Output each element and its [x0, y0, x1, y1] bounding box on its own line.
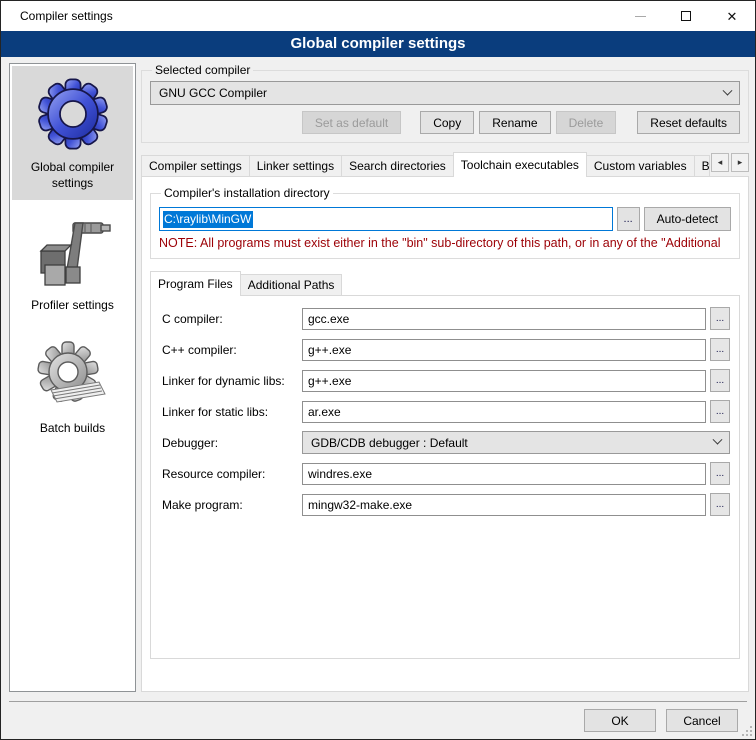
dynamic-linker-label: Linker for dynamic libs: — [162, 374, 302, 388]
installation-directory-group: Compiler's installation directory C:\ray… — [150, 186, 740, 259]
installation-directory-row: C:\raylib\MinGW ... Auto-detect — [159, 207, 731, 231]
tab-build-options[interactable]: Build options — [694, 155, 710, 176]
cpp-compiler-label: C++ compiler: — [162, 343, 302, 357]
window-title: Compiler settings — [1, 9, 113, 23]
cpp-compiler-browse-button[interactable]: ... — [710, 338, 730, 361]
title-bar: Compiler settings ✕ — [1, 1, 755, 31]
main-panel: Selected compiler GNU GCC Compiler Set a… — [141, 63, 749, 692]
static-linker-row: Linker for static libs: ... — [162, 400, 730, 423]
dynamic-linker-input[interactable] — [302, 370, 706, 392]
minimize-button — [617, 1, 663, 31]
make-program-input[interactable] — [302, 494, 706, 516]
tab-program-files[interactable]: Program Files — [150, 271, 241, 296]
cancel-button[interactable]: Cancel — [666, 709, 738, 732]
gray-gear-papers-icon — [33, 340, 113, 414]
copy-button[interactable]: Copy — [420, 111, 474, 134]
debugger-label: Debugger: — [162, 436, 302, 450]
make-program-row: Make program: ... — [162, 493, 730, 516]
installation-directory-value: C:\raylib\MinGW — [163, 211, 253, 228]
tab-toolchain-executables[interactable]: Toolchain executables — [453, 152, 587, 177]
set-as-default-button: Set as default — [302, 111, 401, 134]
static-linker-input[interactable] — [302, 401, 706, 423]
sidebar-item-global-compiler-settings[interactable]: Global compiler settings — [12, 66, 133, 200]
tab-scroll-arrows: ◂ ▸ — [711, 153, 749, 172]
tab-compiler-settings[interactable]: Compiler settings — [141, 155, 250, 176]
resource-compiler-row: Resource compiler: ... — [162, 462, 730, 485]
page-title: Global compiler settings — [1, 31, 755, 57]
tab-linker-settings[interactable]: Linker settings — [249, 155, 342, 176]
selected-compiler-legend: Selected compiler — [152, 63, 253, 77]
installation-directory-legend: Compiler's installation directory — [161, 186, 333, 200]
c-compiler-input[interactable] — [302, 308, 706, 330]
resize-grip-icon[interactable] — [742, 726, 752, 736]
sidebar-item-label: Batch builds — [40, 421, 105, 437]
tab-search-directories[interactable]: Search directories — [341, 155, 454, 176]
make-program-label: Make program: — [162, 498, 302, 512]
window-controls: ✕ — [617, 1, 755, 31]
sidebar-item-profiler-settings[interactable]: Profiler settings — [12, 208, 133, 323]
maximize-button[interactable] — [663, 1, 709, 31]
ok-button[interactable]: OK — [584, 709, 656, 732]
c-compiler-browse-button[interactable]: ... — [710, 307, 730, 330]
compiler-buttons: Set as default Copy Rename Delete Reset … — [150, 111, 740, 134]
note-text: NOTE: All programs must exist either in … — [159, 236, 731, 250]
chevron-down-icon — [713, 435, 723, 445]
resource-compiler-label: Resource compiler: — [162, 467, 302, 481]
reset-defaults-button[interactable]: Reset defaults — [637, 111, 740, 134]
c-compiler-row: C compiler: ... — [162, 307, 730, 330]
dynamic-linker-row: Linker for dynamic libs: ... — [162, 369, 730, 392]
installation-directory-browse-button[interactable]: ... — [617, 207, 640, 231]
tab-scroll-left-icon[interactable]: ◂ — [711, 153, 729, 172]
static-linker-label: Linker for static libs: — [162, 405, 302, 419]
dialog-buttons: OK Cancel — [584, 709, 738, 732]
caliper-icon — [33, 217, 113, 291]
make-program-browse-button[interactable]: ... — [710, 493, 730, 516]
sidebar-item-label: Profiler settings — [31, 298, 114, 314]
cpp-compiler-input[interactable] — [302, 339, 706, 361]
static-linker-browse-button[interactable]: ... — [710, 400, 730, 423]
tab-custom-variables[interactable]: Custom variables — [586, 155, 695, 176]
installation-directory-input[interactable]: C:\raylib\MinGW — [159, 207, 613, 231]
compiler-select[interactable]: GNU GCC Compiler — [150, 81, 740, 105]
minimize-icon — [635, 16, 646, 17]
compiler-settings-dialog: Compiler settings ✕ Global compiler sett… — [0, 0, 756, 740]
close-icon: ✕ — [727, 10, 738, 23]
sidebar-item-batch-builds[interactable]: Batch builds — [12, 331, 133, 446]
dynamic-linker-browse-button[interactable]: ... — [710, 369, 730, 392]
compiler-select-value: GNU GCC Compiler — [159, 86, 267, 100]
tab-scroll-right-icon[interactable]: ▸ — [731, 153, 749, 172]
debugger-select-value: GDB/CDB debugger : Default — [311, 436, 468, 450]
resource-compiler-input[interactable] — [302, 463, 706, 485]
close-button[interactable]: ✕ — [709, 1, 755, 31]
cpp-compiler-row: C++ compiler: ... — [162, 338, 730, 361]
settings-category-list: Global compiler settings — [9, 63, 136, 692]
settings-tabs: Compiler settings Linker settings Search… — [141, 152, 749, 176]
delete-button: Delete — [556, 111, 617, 134]
program-tabs: Program Files Additional Paths — [150, 271, 740, 295]
program-files-panel: C compiler: ... C++ compiler: ... Linker… — [150, 295, 740, 659]
sidebar-item-label: Global compiler settings — [16, 160, 129, 191]
auto-detect-button[interactable]: Auto-detect — [644, 207, 731, 231]
maximize-icon — [681, 11, 691, 21]
toolchain-executables-panel: Compiler's installation directory C:\ray… — [141, 176, 749, 692]
resource-compiler-browse-button[interactable]: ... — [710, 462, 730, 485]
c-compiler-label: C compiler: — [162, 312, 302, 326]
debugger-select[interactable]: GDB/CDB debugger : Default — [302, 431, 730, 454]
rename-button[interactable]: Rename — [479, 111, 550, 134]
chevron-down-icon — [723, 85, 733, 95]
debugger-row: Debugger: GDB/CDB debugger : Default — [162, 431, 730, 454]
selected-compiler-group: Selected compiler GNU GCC Compiler Set a… — [141, 63, 749, 143]
blue-gear-icon — [34, 75, 112, 153]
tab-additional-paths[interactable]: Additional Paths — [240, 274, 343, 295]
footer-separator — [9, 701, 747, 702]
